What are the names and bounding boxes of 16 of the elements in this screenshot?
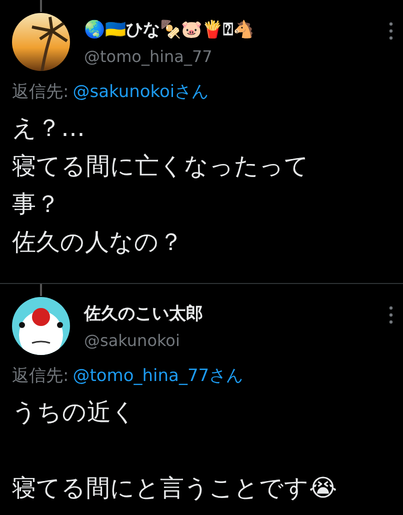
tweet-text-line: 佐久の人なの？	[12, 227, 184, 258]
tweet-text-line: 寝てる間に亡くなったって	[12, 151, 310, 182]
user-handle[interactable]: @sakunokoi	[84, 331, 375, 350]
tweet-text-line: 事？	[12, 189, 61, 220]
tweet-text-line: 寝てる間にと言うことです😭	[12, 473, 338, 504]
reply-label: 返信先:	[12, 81, 69, 103]
user-handle[interactable]: @tomo_hina_77	[84, 47, 375, 66]
reply-mention-link[interactable]: @sakunokoiさん	[72, 80, 209, 103]
more-options-icon[interactable]	[389, 22, 393, 40]
more-options-icon[interactable]	[389, 306, 393, 324]
display-name[interactable]: 🌏🇺🇦ひな🍢🐷🍟⍰🐴	[84, 18, 375, 41]
tweet-text-line: うちの近く	[12, 397, 137, 428]
tweet-text-line: え？…	[12, 113, 86, 144]
reply-mention-link[interactable]: @tomo_hina_77さん	[72, 364, 244, 387]
display-name[interactable]: 佐久のこい太郎	[84, 302, 375, 325]
reply-label: 返信先:	[12, 365, 69, 387]
